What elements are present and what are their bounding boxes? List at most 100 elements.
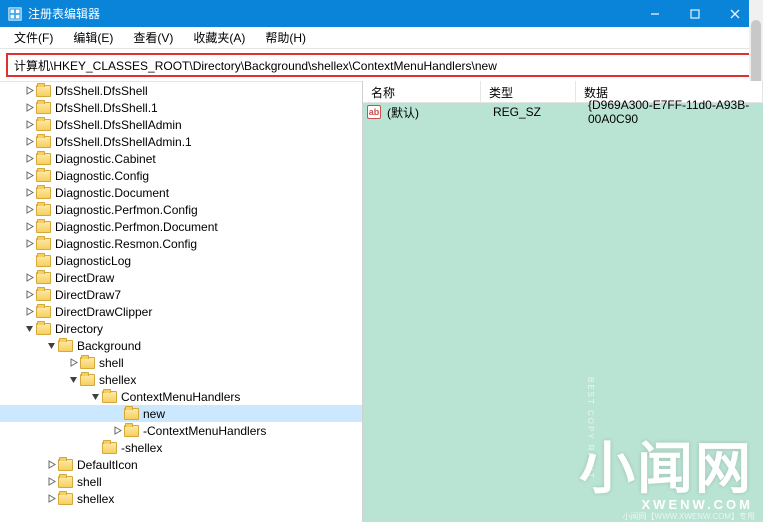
chevron-right-icon[interactable] <box>22 288 36 302</box>
chevron-right-icon[interactable] <box>22 101 36 115</box>
tree-panel[interactable]: DfsShell.DfsShellDfsShell.DfsShell.1DfsS… <box>0 81 362 522</box>
tree-node[interactable]: Directory <box>0 320 362 337</box>
chevron-right-icon[interactable] <box>44 492 58 506</box>
folder-icon <box>124 408 139 420</box>
tree-node[interactable]: DirectDraw <box>0 269 362 286</box>
watermark-footer: 小闻网【WWW.XWENW.COM】专用 <box>623 511 755 522</box>
tree-node[interactable]: Background <box>0 337 362 354</box>
chevron-down-icon[interactable] <box>66 373 80 387</box>
folder-icon <box>36 255 51 267</box>
values-panel: 名称 类型 数据 ab (默认) REG_SZ {D969A300-E7FF-1… <box>362 81 763 522</box>
chevron-right-icon[interactable] <box>22 220 36 234</box>
tree-node[interactable]: Diagnostic.Config <box>0 167 362 184</box>
chevron-right-icon[interactable] <box>22 135 36 149</box>
tree-node-label: DefaultIcon <box>77 458 138 472</box>
value-name: (默认) <box>387 104 493 121</box>
menu-favorites[interactable]: 收藏夹(A) <box>185 27 253 48</box>
tree-node[interactable]: shellex <box>0 490 362 507</box>
tree-node-label: DfsShell.DfsShellAdmin.1 <box>55 135 192 149</box>
folder-icon <box>124 425 139 437</box>
window-title: 注册表编辑器 <box>28 5 635 22</box>
tree-node-label: shell <box>99 356 124 370</box>
chevron-right-icon[interactable] <box>22 237 36 251</box>
chevron-right-icon[interactable] <box>44 475 58 489</box>
tree-node[interactable]: shell <box>0 354 362 371</box>
app-icon <box>8 7 22 21</box>
chevron-right-icon[interactable] <box>44 458 58 472</box>
chevron-right-icon[interactable] <box>22 186 36 200</box>
tree-node-label: shell <box>77 475 102 489</box>
address-path: 计算机\HKEY_CLASSES_ROOT\Directory\Backgrou… <box>14 57 497 74</box>
tree-node[interactable]: -ContextMenuHandlers <box>0 422 362 439</box>
tree-node-label: ContextMenuHandlers <box>121 390 240 404</box>
tree-node[interactable]: Diagnostic.Cabinet <box>0 150 362 167</box>
tree-node[interactable]: DirectDraw7 <box>0 286 362 303</box>
chevron-right-icon[interactable] <box>110 424 124 438</box>
tree-node[interactable]: DfsShell.DfsShell <box>0 82 362 99</box>
tree-node[interactable]: DirectDrawClipper <box>0 303 362 320</box>
menu-help[interactable]: 帮助(H) <box>257 27 314 48</box>
menu-edit[interactable]: 编辑(E) <box>65 27 121 48</box>
folder-icon <box>102 391 117 403</box>
folder-icon <box>36 221 51 233</box>
tree-node[interactable]: Diagnostic.Perfmon.Config <box>0 201 362 218</box>
menu-file[interactable]: 文件(F) <box>6 27 61 48</box>
tree-node[interactable]: DfsShell.DfsShell.1 <box>0 99 362 116</box>
menu-bar: 文件(F) 编辑(E) 查看(V) 收藏夹(A) 帮助(H) <box>0 27 763 49</box>
chevron-right-icon[interactable] <box>22 271 36 285</box>
folder-icon <box>36 204 51 216</box>
tree-node[interactable]: Diagnostic.Document <box>0 184 362 201</box>
tree-node-label: DirectDraw7 <box>55 288 121 302</box>
chevron-right-icon[interactable] <box>22 305 36 319</box>
tree-node[interactable]: DefaultIcon <box>0 456 362 473</box>
chevron-right-icon[interactable] <box>22 203 36 217</box>
chevron-right-icon[interactable] <box>22 152 36 166</box>
chevron-right-icon[interactable] <box>22 118 36 132</box>
folder-icon <box>36 119 51 131</box>
menu-view[interactable]: 查看(V) <box>125 27 181 48</box>
tree-node[interactable]: -shellex <box>0 439 362 456</box>
chevron-down-icon[interactable] <box>22 322 36 336</box>
tree-node-label: DfsShell.DfsShell.1 <box>55 101 158 115</box>
value-data: {D969A300-E7FF-11d0-A93B-00A0C90 <box>588 98 759 126</box>
chevron-right-icon[interactable] <box>66 356 80 370</box>
folder-icon <box>58 476 73 488</box>
tree-node-label: shellex <box>77 492 114 506</box>
chevron-right-icon[interactable] <box>22 84 36 98</box>
column-name[interactable]: 名称 <box>363 81 481 102</box>
tree-node-label: Diagnostic.Perfmon.Config <box>55 203 198 217</box>
watermark-side: BEST COPY RIGHT <box>586 377 595 480</box>
value-row[interactable]: ab (默认) REG_SZ {D969A300-E7FF-11d0-A93B-… <box>363 103 763 121</box>
tree-node[interactable]: new <box>0 405 362 422</box>
folder-icon <box>58 493 73 505</box>
tree-node[interactable]: DfsShell.DfsShellAdmin.1 <box>0 133 362 150</box>
tree-node-label: Diagnostic.Document <box>55 186 169 200</box>
folder-icon <box>36 102 51 114</box>
folder-icon <box>36 238 51 250</box>
tree-node[interactable]: ContextMenuHandlers <box>0 388 362 405</box>
folder-icon <box>36 306 51 318</box>
minimize-button[interactable] <box>635 0 675 27</box>
tree-node-label: Diagnostic.Perfmon.Document <box>55 220 218 234</box>
chevron-right-icon[interactable] <box>22 169 36 183</box>
folder-icon <box>80 357 95 369</box>
tree-node[interactable]: Diagnostic.Resmon.Config <box>0 235 362 252</box>
column-type[interactable]: 类型 <box>481 81 576 102</box>
maximize-button[interactable] <box>675 0 715 27</box>
tree-node-label: shellex <box>99 373 136 387</box>
tree-node[interactable]: DfsShell.DfsShellAdmin <box>0 116 362 133</box>
chevron-down-icon[interactable] <box>44 339 58 353</box>
folder-icon <box>36 289 51 301</box>
tree-node[interactable]: shell <box>0 473 362 490</box>
tree-node[interactable]: DiagnosticLog <box>0 252 362 269</box>
tree-node[interactable]: Diagnostic.Perfmon.Document <box>0 218 362 235</box>
tree-node[interactable]: shellex <box>0 371 362 388</box>
tree-node-label: DirectDraw <box>55 271 114 285</box>
watermark: 小闻网 XWENW.COM <box>579 441 753 512</box>
address-bar[interactable]: 计算机\HKEY_CLASSES_ROOT\Directory\Backgrou… <box>6 53 757 77</box>
folder-icon <box>102 442 117 454</box>
tree-node-label: DfsShell.DfsShell <box>55 84 148 98</box>
tree-node-label: Background <box>77 339 141 353</box>
folder-icon <box>36 170 51 182</box>
chevron-down-icon[interactable] <box>88 390 102 404</box>
